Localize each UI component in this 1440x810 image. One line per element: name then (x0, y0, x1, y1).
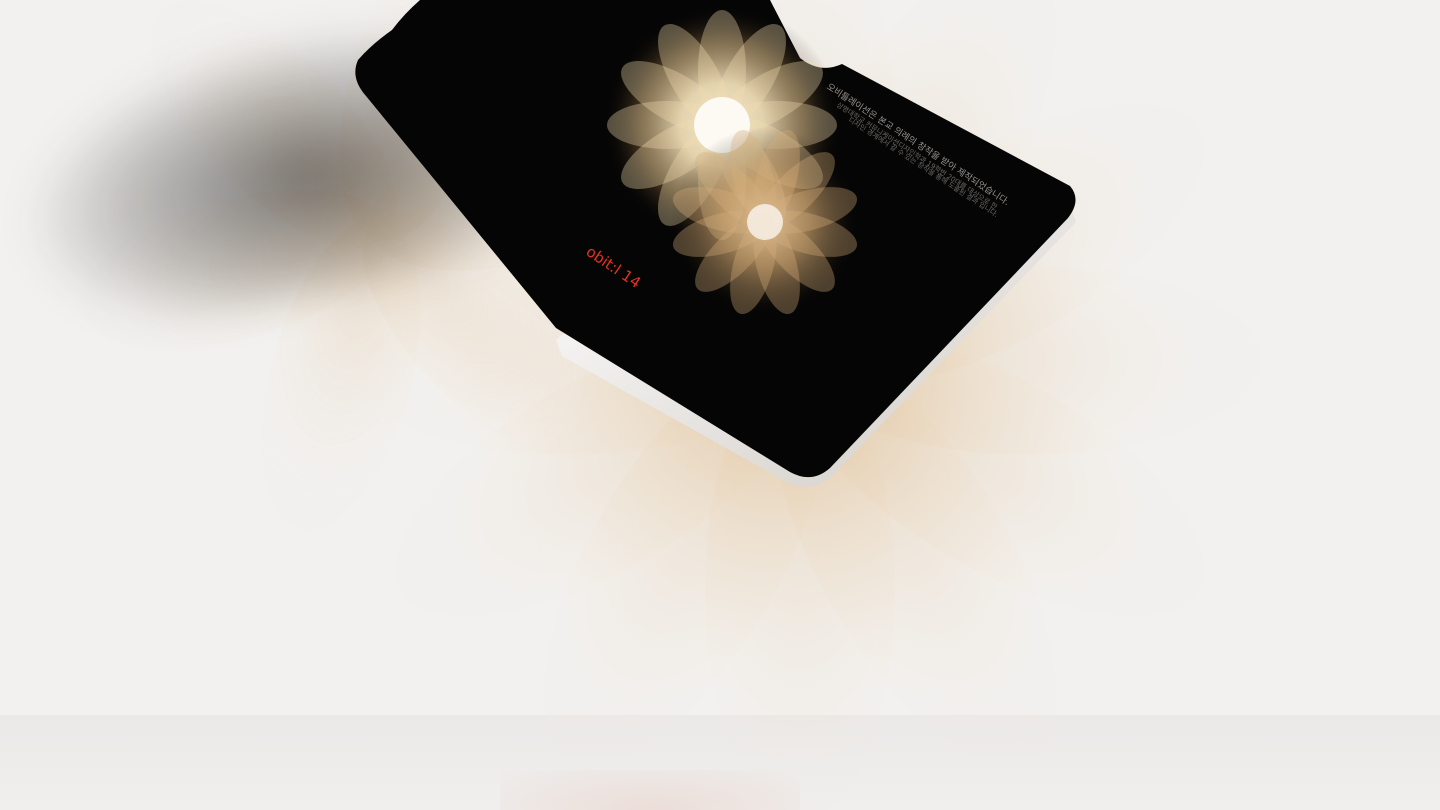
folded-booklet-device: obit:l 14 오비틀레이션은 본교 의례의 창작을 받아 제작되었습니다.… (355, 0, 1076, 487)
scene: obit:l 14 오비틀레이션은 본교 의례의 창작을 받아 제작되었습니다.… (0, 0, 1440, 810)
floor-reflection-glow (500, 770, 800, 810)
